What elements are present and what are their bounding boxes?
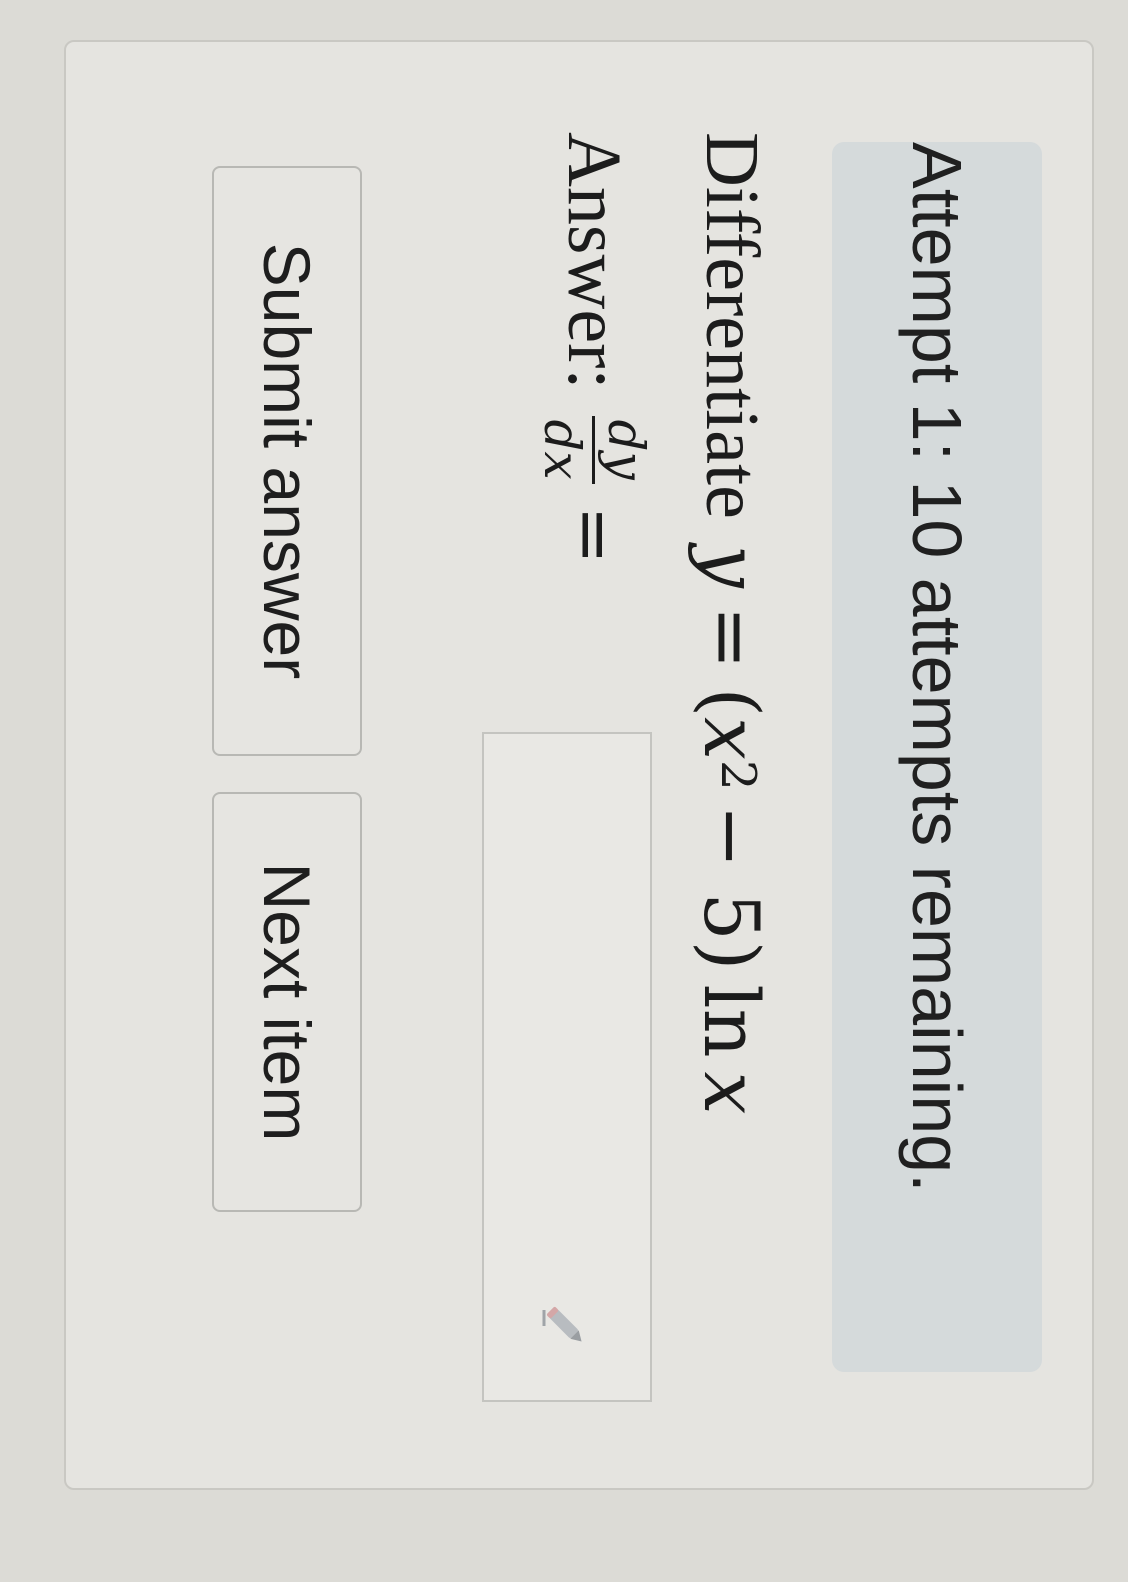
fraction-denominator: dx (533, 419, 592, 480)
question-ln: ln (687, 984, 777, 1058)
answer-input[interactable] (482, 732, 652, 1402)
derivative-fraction: dy dx (533, 415, 655, 484)
answer-row: Answer: dy dx = (533, 132, 656, 565)
next-item-button[interactable]: Next item (212, 792, 362, 1212)
question-minus-five: − 5) (687, 804, 777, 971)
pencil-icon[interactable] (536, 1296, 596, 1356)
question-x: x (687, 717, 777, 760)
question-exponent: 2 (710, 759, 766, 791)
attempts-banner: Attempt 1: 10 attempts remaining. (832, 142, 1042, 1372)
submit-answer-button[interactable]: Submit answer (212, 166, 362, 756)
question-card: Attempt 1: 10 attempts remaining. Differ… (64, 40, 1094, 1490)
question-x-end: x (687, 1071, 777, 1115)
page-background: Attempt 1: 10 attempts remaining. Differ… (0, 0, 1128, 1582)
question-prefix: Differentiate (690, 132, 775, 519)
answer-equals: = (553, 505, 635, 565)
fraction-numerator: dy (592, 415, 655, 484)
question-open-paren: ( (687, 687, 777, 718)
answer-label: Answer: (552, 132, 637, 390)
question-equals: = (687, 605, 777, 670)
attempts-remaining-text: Attempt 1: 10 attempts remaining. (898, 142, 976, 1193)
question-prompt: Differentiate y = ( x 2 − 5) ln x (672, 132, 792, 1115)
question-y: y (687, 544, 777, 588)
